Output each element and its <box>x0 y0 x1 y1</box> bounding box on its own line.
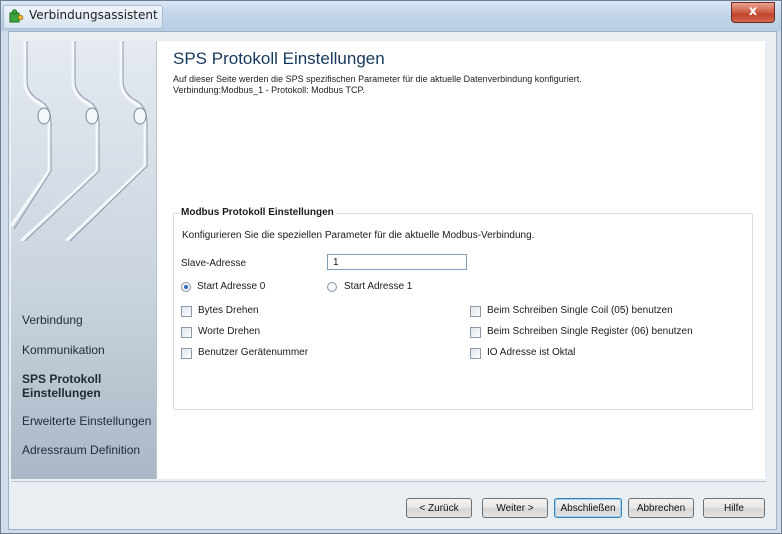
connection-info: Verbindung:Modbus_1 - Protokoll: Modbus … <box>173 85 365 95</box>
checkbox-single-coil[interactable] <box>470 306 481 317</box>
checkbox-bytes-drehen[interactable] <box>181 306 192 317</box>
checkbox-single-register[interactable] <box>470 327 481 338</box>
checkbox-single-register-label[interactable]: Beim Schreiben Single Register (06) benu… <box>487 326 693 337</box>
radio-start-adresse-0[interactable] <box>181 282 191 292</box>
cancel-button[interactable]: Abbrechen <box>628 498 694 518</box>
title-bar[interactable]: Verbindungsassistent x <box>1 1 781 31</box>
checkbox-single-coil-label[interactable]: Beim Schreiben Single Coil (05) benutzen <box>487 305 673 316</box>
help-button[interactable]: Hilfe <box>703 498 765 518</box>
modbus-settings-group: Modbus Protokoll Einstellungen Konfiguri… <box>173 207 753 410</box>
nav-item-kommunikation[interactable]: Kommunikation <box>22 343 105 357</box>
close-button[interactable]: x <box>731 2 775 23</box>
group-title: Modbus Protokoll Einstellungen <box>179 207 336 218</box>
radio-start-adresse-0-label[interactable]: Start Adresse 0 <box>197 281 265 292</box>
window-title: Verbindungsassistent <box>29 8 158 22</box>
nav-item-sps-label-line1: SPS Protokoll <box>22 372 102 386</box>
checkbox-worte-drehen[interactable] <box>181 327 192 338</box>
checkbox-bytes-drehen-label[interactable]: Bytes Drehen <box>198 305 259 316</box>
next-button[interactable]: Weiter > <box>482 498 548 518</box>
radio-start-adresse-1-label[interactable]: Start Adresse 1 <box>344 281 412 292</box>
slave-address-input[interactable]: 1 <box>327 254 467 270</box>
nav-item-verbindung[interactable]: Verbindung <box>22 313 83 327</box>
checkbox-worte-drehen-label[interactable]: Worte Drehen <box>198 326 260 337</box>
nav-item-erweiterte[interactable]: Erweiterte Einstellungen <box>22 414 151 428</box>
page-title: SPS Protokoll Einstellungen <box>173 49 385 68</box>
radio-start-adresse-1[interactable] <box>327 282 337 292</box>
wizard-content: SPS Protokoll Einstellungen Auf dieser S… <box>157 41 765 479</box>
checkbox-io-oktal[interactable] <box>470 348 481 359</box>
slave-address-label: Slave-Adresse <box>181 258 247 269</box>
footer-divider <box>11 481 766 482</box>
wizard-sidebar: Verbindung Kommunikation SPS Protokoll E… <box>11 41 157 479</box>
wizard-window: Verbindungsassistent x Verbindung Kommun… <box>0 0 782 534</box>
checkbox-benutzer-geraetenummer-label[interactable]: Benutzer Gerätenummer <box>198 347 308 358</box>
checkbox-benutzer-geraetenummer[interactable] <box>181 348 192 359</box>
group-hint: Konfigurieren Sie die speziellen Paramet… <box>182 230 535 241</box>
nav-item-sps-protokoll[interactable]: SPS Protokoll Einstellungen <box>22 372 101 400</box>
nav-item-adressraum[interactable]: Adressraum Definition <box>22 443 140 457</box>
back-button[interactable]: < Zurück <box>406 498 472 518</box>
nav-item-sps-label-line2: Einstellungen <box>22 386 101 400</box>
page-description: Auf dieser Seite werden die SPS spezifis… <box>173 74 582 84</box>
puzzle-icon <box>9 9 24 23</box>
checkbox-io-oktal-label[interactable]: IO Adresse ist Oktal <box>487 347 575 358</box>
finish-button[interactable]: Abschließen <box>554 498 622 518</box>
circuit-decoration <box>11 41 148 241</box>
